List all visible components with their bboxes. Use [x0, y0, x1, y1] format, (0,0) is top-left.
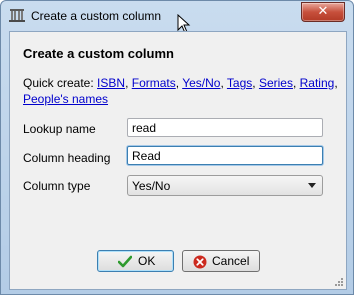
cancel-button[interactable]: Cancel [182, 250, 260, 272]
chevron-down-icon [308, 183, 316, 188]
lookup-name-input[interactable]: read [127, 118, 323, 137]
quick-create-label: Quick create: [23, 76, 94, 90]
window-title: Create a custom column [31, 9, 162, 23]
quick-link-formats[interactable]: Formats [132, 76, 176, 90]
ok-label: OK [138, 254, 156, 268]
quick-link-series[interactable]: Series [259, 76, 293, 90]
ok-button[interactable]: OK [97, 250, 174, 272]
dialog-window: Create a custom column ✕ Create a custom… [0, 0, 354, 295]
title-bar[interactable]: Create a custom column ✕ [1, 1, 353, 34]
cancel-icon [193, 255, 207, 269]
column-type-label: Column type [23, 179, 91, 193]
calibre-library-icon [9, 9, 25, 22]
quick-link-rating[interactable]: Rating [300, 76, 335, 90]
checkmark-icon [118, 255, 132, 268]
quick-create-row: Quick create: ISBN, Formats, Yes/No, Tag… [23, 76, 338, 106]
cancel-label: Cancel [212, 254, 250, 268]
dialog-heading: Create a custom column [23, 46, 174, 61]
column-heading-input[interactable]: Read [127, 146, 323, 165]
quick-link-yes-no[interactable]: Yes/No [182, 76, 220, 90]
resize-grip-icon[interactable] [334, 277, 344, 287]
column-type-value: Yes/No [132, 179, 171, 193]
column-heading-label: Column heading [23, 151, 111, 165]
dialog-body: Create a custom column Quick create: ISB… [9, 31, 347, 290]
lookup-name-label: Lookup name [23, 122, 96, 136]
close-button[interactable]: ✕ [301, 2, 345, 22]
quick-link-peoples-names[interactable]: People's names [23, 92, 108, 106]
close-icon: ✕ [317, 4, 329, 19]
column-type-select[interactable]: Yes/No [127, 175, 323, 196]
quick-link-isbn[interactable]: ISBN [97, 76, 125, 90]
quick-link-tags[interactable]: Tags [227, 76, 252, 90]
